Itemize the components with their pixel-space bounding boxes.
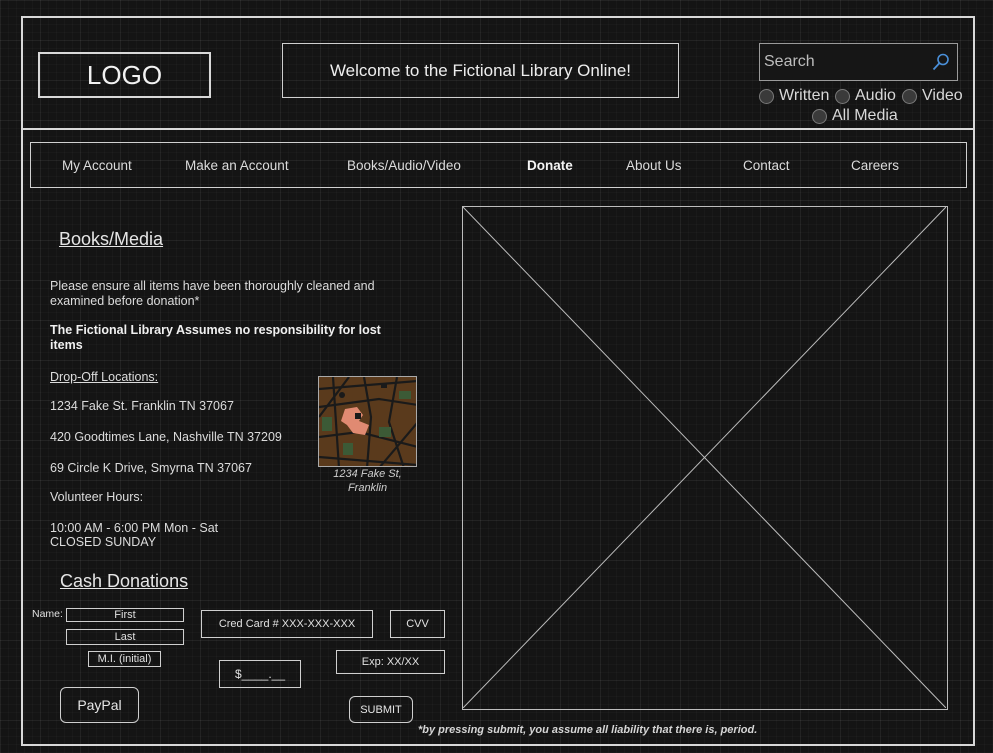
logo[interactable]: LOGO — [38, 52, 211, 98]
location-2: 420 Goodtimes Lane, Nashville TN 37209 — [50, 430, 282, 444]
submit-button[interactable]: SUBMIT — [349, 696, 413, 723]
books-media-title: Books/Media — [59, 229, 164, 249]
cvv-field[interactable]: CVV — [390, 610, 445, 638]
filter-audio[interactable]: Audio — [835, 87, 896, 105]
first-name-field[interactable]: First — [66, 608, 184, 622]
map-image[interactable] — [318, 376, 417, 467]
nav-donate[interactable]: Donate — [527, 158, 573, 173]
name-label: Name: — [32, 608, 63, 620]
amount-field[interactable]: $____.__ — [219, 660, 301, 688]
cash-donations-title: Cash Donations — [60, 571, 189, 591]
hours-line-2: CLOSED SUNDAY — [50, 535, 157, 549]
filter-video[interactable]: Video — [902, 87, 963, 105]
nav-contact[interactable]: Contact — [743, 158, 790, 173]
nav-make-account[interactable]: Make an Account — [185, 158, 289, 173]
last-name-field[interactable]: Last — [66, 629, 184, 645]
liability-notice: The Fictional Library Assumes no respons… — [50, 323, 381, 352]
filter-all-media[interactable]: All Media — [812, 107, 898, 125]
middle-initial-field[interactable]: M.I. (initial) — [88, 651, 161, 667]
submit-disclaimer: *by pressing submit, you assume all liab… — [418, 724, 758, 736]
filter-label: All Media — [832, 107, 898, 124]
radio-icon — [902, 88, 917, 104]
search-box[interactable] — [759, 43, 958, 81]
location-3: 69 Circle K Drive, Smyrna TN 37067 — [50, 461, 252, 475]
hours-line-1: 10:00 AM - 6:00 PM Mon - Sat — [50, 521, 219, 535]
paypal-button[interactable]: PayPal — [60, 687, 139, 723]
credit-card-field[interactable]: Cred Card # XXX-XXX-XXX — [201, 610, 373, 638]
nav-my-account[interactable]: My Account — [62, 158, 132, 173]
filter-label: Written — [779, 87, 830, 104]
nav-books-audio-video[interactable]: Books/Audio/Video — [347, 158, 461, 173]
map-caption-line-2: Franklin — [347, 482, 388, 494]
cleaning-notice: Please ensure all items have been thorou… — [50, 279, 375, 308]
header-divider — [21, 128, 975, 130]
radio-icon — [759, 88, 774, 104]
expiration-field[interactable]: Exp: XX/XX — [336, 650, 445, 674]
map-caption: 1234 Fake St, Franklin — [320, 467, 415, 495]
image-placeholder — [462, 206, 948, 710]
nav-about-us[interactable]: About Us — [626, 158, 682, 173]
filter-written[interactable]: Written — [759, 87, 829, 105]
radio-icon — [812, 108, 827, 124]
filter-label: Audio — [855, 87, 896, 104]
main-nav: My Account Make an Account Books/Audio/V… — [30, 142, 967, 188]
search-input[interactable] — [760, 53, 928, 71]
radio-icon — [835, 88, 850, 104]
filter-label: Video — [922, 87, 963, 104]
dropoff-heading: Drop-Off Locations: — [50, 370, 159, 384]
nav-careers[interactable]: Careers — [851, 158, 899, 173]
volunteer-heading: Volunteer Hours: — [50, 490, 144, 504]
welcome-banner: Welcome to the Fictional Library Online! — [282, 43, 679, 98]
location-1: 1234 Fake St. Franklin TN 37067 — [50, 399, 234, 413]
map-caption-line-1: 1234 Fake St, — [333, 468, 402, 480]
search-icon[interactable] — [931, 52, 951, 72]
